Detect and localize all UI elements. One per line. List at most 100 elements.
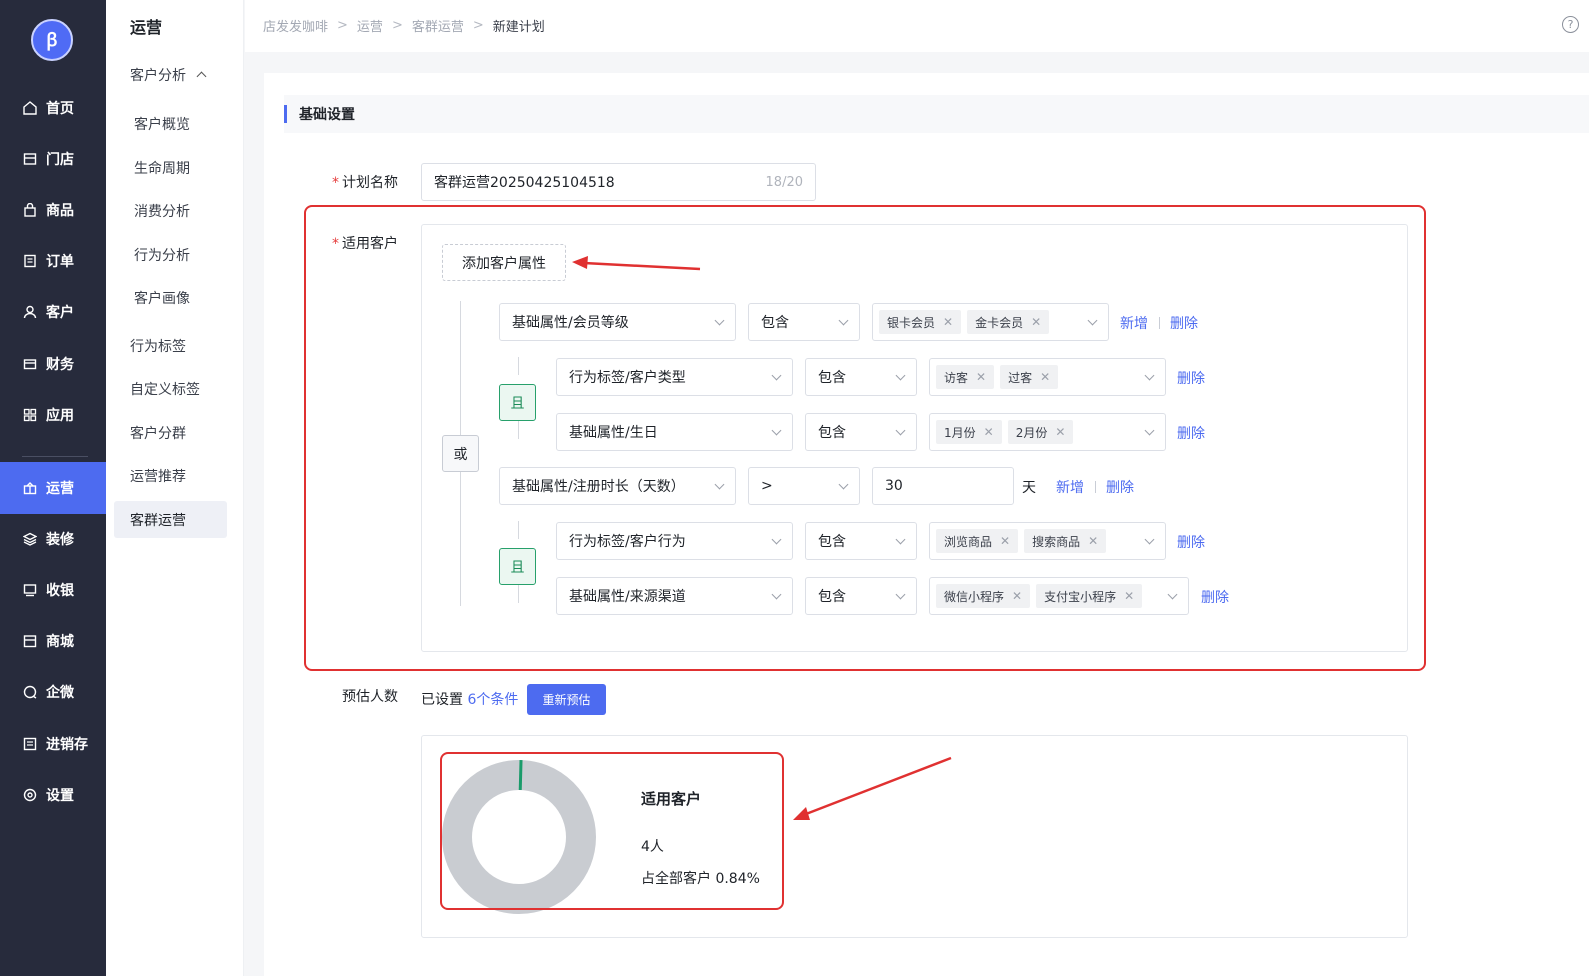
- add-customer-attribute-button[interactable]: 添加客户属性: [442, 244, 566, 281]
- days-input[interactable]: 30: [872, 467, 1014, 505]
- nav-item-settings[interactable]: 设置: [0, 769, 106, 821]
- nav-label: 订单: [46, 254, 74, 270]
- nav-label: 企微: [46, 685, 74, 701]
- or-toggle-button[interactable]: 或: [442, 435, 479, 472]
- cashier-icon: [22, 582, 38, 598]
- nav-item-decoration[interactable]: 装修: [0, 513, 106, 565]
- subnav-title: 运营: [130, 18, 163, 37]
- nav-item-customers[interactable]: 客户: [0, 286, 106, 338]
- and-toggle-button[interactable]: 且: [499, 384, 536, 421]
- field-select-customer-type[interactable]: 行为标签/客户类型: [556, 358, 793, 396]
- tag-select-source-channel[interactable]: 微信小程序 ✕ 支付宝小程序 ✕: [929, 577, 1189, 615]
- nav-item-orders[interactable]: 订单: [0, 235, 106, 287]
- plan-form-card: 基础设置 * 计划名称 客群运营20250425104518 18/20 * 适用客…: [264, 73, 1589, 976]
- subnav-item-recommend[interactable]: 运营推荐: [114, 457, 227, 494]
- operator-select[interactable]: 包含: [748, 303, 860, 341]
- plan-name-input[interactable]: 客群运营20250425104518 18/20: [421, 163, 816, 201]
- tag-chip: 浏览商品 ✕: [936, 529, 1019, 553]
- nav-item-wecom[interactable]: 企微: [0, 666, 106, 718]
- tag-chip: 微信小程序 ✕: [936, 584, 1031, 608]
- subnav-group-customer-analysis[interactable]: 客户分析: [114, 56, 227, 93]
- chevron-down-icon: [771, 534, 782, 544]
- operator-select[interactable]: 包含: [805, 358, 917, 396]
- mall-icon: [22, 633, 38, 649]
- close-icon[interactable]: ✕: [1124, 589, 1134, 603]
- close-icon[interactable]: ✕: [976, 370, 986, 384]
- nav-item-apps[interactable]: 应用: [0, 389, 106, 441]
- add-condition-link[interactable]: 新增: [1120, 313, 1148, 333]
- layers-icon: [22, 531, 38, 547]
- close-icon[interactable]: ✕: [1055, 425, 1065, 439]
- app-logo[interactable]: ꞵ: [31, 19, 73, 61]
- tag-select-customer-type[interactable]: 访客 ✕ 过客 ✕: [929, 358, 1166, 396]
- close-icon[interactable]: ✕: [984, 425, 994, 439]
- nav-label: 商城: [46, 634, 74, 650]
- result-count: 4人: [641, 839, 664, 855]
- nav-item-goods[interactable]: 商品: [0, 184, 106, 236]
- tag-select-birthday[interactable]: 1月份 ✕ 2月份 ✕: [929, 413, 1166, 451]
- operator-value: 包含: [818, 589, 846, 605]
- order-icon: [22, 253, 38, 269]
- nav-item-home[interactable]: 首页: [0, 82, 106, 134]
- subnav-item-behavior[interactable]: 行为分析: [114, 236, 227, 273]
- close-icon[interactable]: ✕: [1000, 534, 1010, 548]
- breadcrumb-item[interactable]: 店发发咖啡: [263, 16, 328, 35]
- add-condition-link[interactable]: 新增: [1056, 477, 1084, 497]
- close-icon[interactable]: ✕: [943, 315, 953, 329]
- field-select-member-level[interactable]: 基础属性/会员等级: [499, 303, 736, 341]
- delete-condition-link[interactable]: 删除: [1177, 423, 1205, 443]
- donut-ring: [442, 760, 596, 914]
- nav-item-cashier[interactable]: 收银: [0, 564, 106, 616]
- breadcrumb-item[interactable]: 客群运营: [412, 16, 464, 35]
- inventory-icon: [22, 736, 38, 752]
- subnav-item-custom-tags[interactable]: 自定义标签: [114, 370, 227, 407]
- gift-icon: [22, 480, 38, 496]
- breadcrumb-separator: >: [337, 18, 348, 33]
- field-select-customer-behavior[interactable]: 行为标签/客户行为: [556, 522, 793, 560]
- subnav-item-portrait[interactable]: 客户画像: [114, 279, 227, 316]
- operator-select[interactable]: 包含: [805, 522, 917, 560]
- field-select-register-days[interactable]: 基础属性/注册时长（天数）: [499, 467, 736, 505]
- delete-condition-link[interactable]: 删除: [1177, 368, 1205, 388]
- chevron-down-icon: [714, 315, 725, 325]
- subnav-group-label: 客户分析: [130, 67, 186, 84]
- nav-item-store[interactable]: 门店: [0, 133, 106, 185]
- subnav-item-lifecycle[interactable]: 生命周期: [114, 149, 227, 186]
- re-estimate-button[interactable]: 重新预估: [527, 684, 606, 715]
- field-select-birthday[interactable]: 基础属性/生日: [556, 413, 793, 451]
- delete-condition-link[interactable]: 删除: [1177, 532, 1205, 552]
- nav-item-operations[interactable]: 运营: [0, 462, 106, 514]
- estimate-label: 预估人数: [342, 689, 398, 705]
- and-toggle-button[interactable]: 且: [499, 548, 536, 585]
- chevron-down-icon: [895, 425, 906, 435]
- subnav-item-behavior-tags[interactable]: 行为标签: [114, 327, 227, 364]
- subnav-item-overview[interactable]: 客户概览: [114, 105, 227, 142]
- delete-condition-link[interactable]: 删除: [1201, 587, 1229, 607]
- tag-select-customer-behavior[interactable]: 浏览商品 ✕ 搜索商品 ✕: [929, 522, 1166, 560]
- link-separator: [1159, 317, 1160, 329]
- close-icon[interactable]: ✕: [1031, 315, 1041, 329]
- help-icon[interactable]: ?: [1562, 16, 1579, 33]
- operator-select[interactable]: 包含: [805, 577, 917, 615]
- close-icon[interactable]: ✕: [1088, 534, 1098, 548]
- field-select-source-channel[interactable]: 基础属性/来源渠道: [556, 577, 793, 615]
- operator-select[interactable]: >: [748, 467, 860, 505]
- close-icon[interactable]: ✕: [1012, 589, 1022, 603]
- tag-select-member-level[interactable]: 银卡会员 ✕ 金卡会员 ✕: [872, 303, 1109, 341]
- delete-condition-link[interactable]: 删除: [1106, 477, 1134, 497]
- chevron-down-icon: [771, 370, 782, 380]
- nav-item-mall[interactable]: 商城: [0, 615, 106, 667]
- nav-item-inventory[interactable]: 进销存: [0, 718, 106, 770]
- subnav-item-consumption[interactable]: 消费分析: [114, 192, 227, 229]
- chevron-down-icon: [895, 534, 906, 544]
- nav-item-finance[interactable]: 财务: [0, 338, 106, 390]
- breadcrumb-item[interactable]: 运营: [357, 16, 383, 35]
- result-title: 适用客户: [641, 790, 702, 808]
- close-icon[interactable]: ✕: [1040, 370, 1050, 384]
- operator-select[interactable]: 包含: [805, 413, 917, 451]
- subnav-item-segments[interactable]: 客户分群: [114, 414, 227, 451]
- plan-name-value: 客群运营20250425104518: [434, 175, 615, 191]
- delete-condition-link[interactable]: 删除: [1170, 313, 1198, 333]
- condition-count-link[interactable]: 6个条件: [467, 692, 518, 708]
- subnav-item-group-ops[interactable]: 客群运营: [114, 501, 227, 538]
